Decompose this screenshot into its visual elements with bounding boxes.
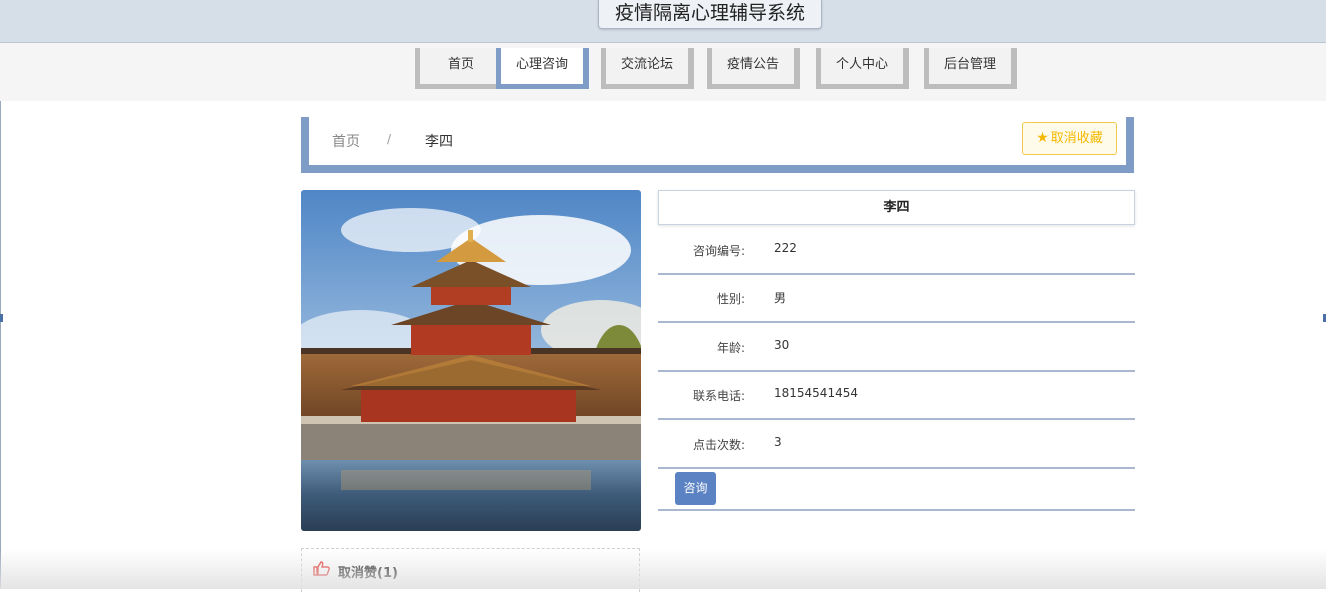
info-row-gender: 性别: 男 [658, 273, 1135, 323]
field-value: 18154541454 [774, 386, 858, 400]
bottom-fade [0, 549, 1326, 589]
unfavorite-label: 取消收藏 [1050, 131, 1103, 146]
consultant-name-header: 李四 [658, 190, 1135, 225]
info-row-consult-id: 咨询编号: 222 [658, 225, 1135, 275]
star-icon: ★ [1036, 130, 1049, 146]
main-nav: 首页 心理咨询 交流论坛 疫情公告 个人中心 后台管理 [0, 43, 1326, 101]
nav-item-psych-consult[interactable]: 心理咨询 [496, 48, 589, 89]
like-panel: 取消赞(1) [301, 548, 640, 592]
divider [658, 509, 1135, 511]
nav-item-announcements[interactable]: 疫情公告 [707, 48, 800, 89]
field-value: 30 [774, 338, 790, 352]
thumbs-up-icon[interactable] [313, 561, 330, 580]
field-value: 男 [774, 291, 787, 305]
resize-handle-left[interactable] [0, 314, 3, 322]
field-label: 年龄: [716, 341, 745, 355]
field-label: 咨询编号: [692, 244, 745, 258]
field-label: 性别: [716, 292, 745, 306]
nav-item-personal-center[interactable]: 个人中心 [816, 48, 909, 89]
unlike-button[interactable]: 取消赞(1) [338, 562, 398, 581]
nav-item-forum[interactable]: 交流论坛 [601, 48, 694, 89]
field-label: 联系电话: [692, 389, 745, 403]
field-value: 222 [774, 241, 797, 255]
consultant-photo [301, 190, 641, 531]
breadcrumb: 首页 / 李四 ★ 取消收藏 [301, 117, 1134, 173]
breadcrumb-current: 李四 [425, 134, 453, 150]
breadcrumb-home-link[interactable]: 首页 [332, 131, 360, 151]
nav-item-home[interactable]: 首页 [415, 48, 508, 89]
info-row-click-count: 点击次数: 3 [658, 419, 1135, 469]
site-title: 疫情隔离心理辅导系统 [598, 0, 822, 29]
nav-item-admin[interactable]: 后台管理 [924, 48, 1017, 89]
field-value: 3 [774, 435, 782, 449]
top-header: 疫情隔离心理辅导系统 [0, 0, 1326, 43]
breadcrumb-separator: / [387, 132, 392, 146]
field-label: 点击次数: [692, 438, 745, 452]
info-row-age: 年龄: 30 [658, 322, 1135, 372]
unfavorite-button[interactable]: ★ 取消收藏 [1022, 122, 1117, 155]
consult-button[interactable]: 咨询 [675, 472, 716, 505]
info-row-phone: 联系电话: 18154541454 [658, 370, 1135, 420]
